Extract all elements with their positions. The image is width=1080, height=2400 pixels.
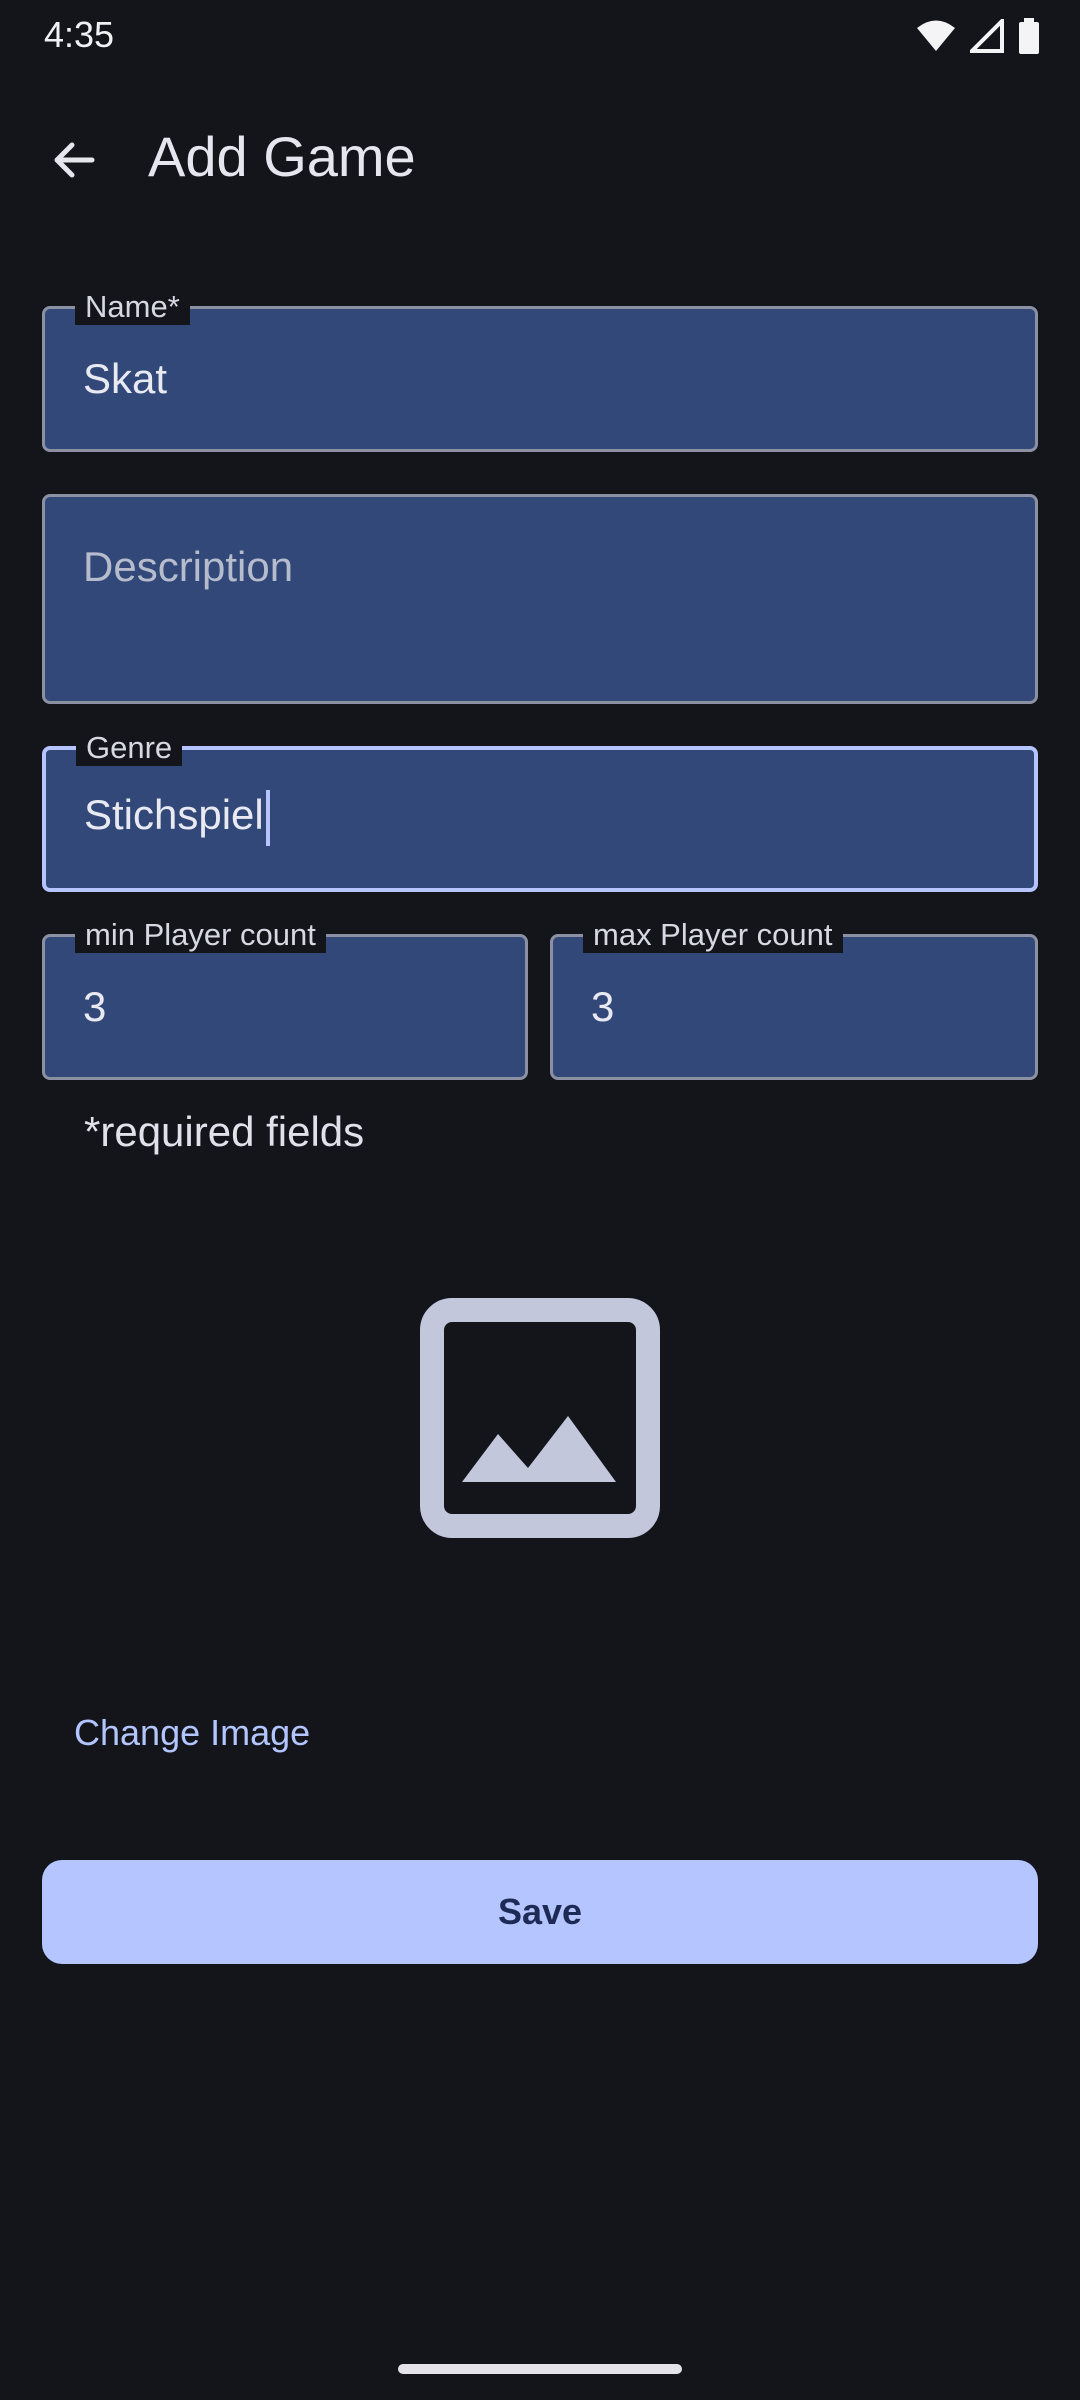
wifi-icon — [916, 19, 956, 53]
max-player-count-value: 3 — [591, 983, 615, 1030]
description-placeholder: Description — [83, 543, 294, 590]
cell-signal-icon — [970, 19, 1004, 53]
back-button[interactable] — [42, 130, 106, 194]
genre-field-value: Stichspiel — [84, 791, 264, 839]
genre-field-value-wrap: Stichspiel — [84, 790, 270, 846]
genre-field[interactable]: Genre Stichspiel — [42, 730, 1038, 892]
name-field[interactable]: Name* Skat — [42, 289, 1038, 452]
home-indicator[interactable] — [398, 2364, 682, 2374]
required-fields-note: *required fields — [84, 1108, 365, 1155]
genre-field-label: Genre — [76, 730, 183, 766]
description-field[interactable]: Description — [42, 494, 1038, 704]
max-player-count-field[interactable]: max Player count 3 — [550, 917, 1038, 1080]
status-time: 4:35 — [44, 14, 115, 55]
name-field-value: Skat — [83, 355, 168, 402]
save-button[interactable]: Save — [42, 1860, 1038, 1964]
status-bar: 4:35 — [0, 0, 1080, 72]
max-player-count-label: max Player count — [583, 917, 843, 953]
battery-icon — [1018, 18, 1040, 54]
text-caret — [265, 790, 270, 846]
name-field-label: Name* — [75, 289, 190, 325]
min-player-count-value: 3 — [83, 983, 107, 1030]
status-icons — [916, 18, 1040, 54]
image-placeholder-icon — [420, 1298, 660, 1538]
app-bar: Add Game — [0, 110, 1080, 206]
min-player-count-field[interactable]: min Player count 3 — [42, 917, 528, 1080]
min-player-count-label: min Player count — [75, 917, 326, 953]
page-title: Add Game — [148, 125, 416, 188]
arrow-back-icon — [50, 136, 98, 189]
change-image-button[interactable]: Change Image — [50, 1700, 334, 1766]
